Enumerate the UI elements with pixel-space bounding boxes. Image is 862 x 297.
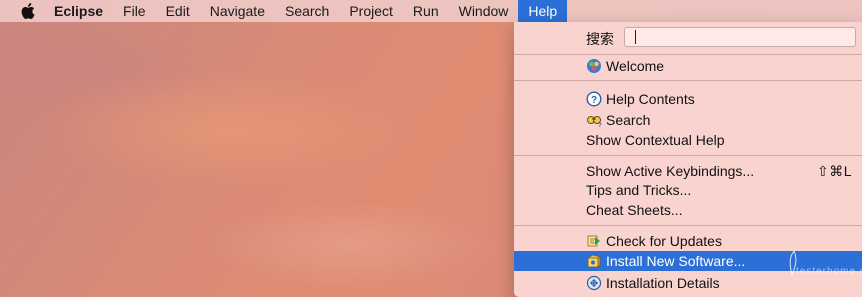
menu-help[interactable]: Help <box>518 0 568 22</box>
menu-item-label: Check for Updates <box>606 233 722 249</box>
help-dropdown-menu: 搜索 Welcome ? Help Contents ? Search Show… <box>514 22 862 297</box>
keyboard-shortcut: ⇧⌘L <box>816 163 852 179</box>
help-search-input[interactable] <box>624 27 856 47</box>
menu-separator <box>514 80 862 81</box>
menu-item-label: Install New Software... <box>606 253 746 269</box>
update-arrows-icon <box>586 233 602 249</box>
menu-item-label: Search <box>606 112 651 128</box>
wallpaper-cloud <box>40 70 420 190</box>
help-search-row: 搜索 <box>514 24 862 50</box>
watermark-text: testerhome.com <box>796 266 862 277</box>
text-caret <box>635 30 636 44</box>
search-binoculars-icon: ? <box>586 112 602 128</box>
menu-run[interactable]: Run <box>403 0 449 22</box>
svg-text:?: ? <box>591 95 597 106</box>
menu-search[interactable]: Search <box>275 0 339 22</box>
menu-item-show-active-keybindings[interactable]: Show Active Keybindings... ⇧⌘L <box>514 161 862 181</box>
menu-file[interactable]: File <box>113 0 156 22</box>
menu-separator <box>514 225 862 226</box>
menu-item-label: Welcome <box>606 58 665 74</box>
menu-item-tips-and-tricks[interactable]: Tips and Tricks... <box>514 180 862 200</box>
menu-item-search[interactable]: ? Search <box>514 110 862 130</box>
menu-item-label: Show Contextual Help <box>586 132 725 148</box>
help-question-icon: ? <box>586 91 602 107</box>
menu-app-name[interactable]: Eclipse <box>48 0 113 22</box>
menu-separator <box>514 155 862 156</box>
menu-edit[interactable]: Edit <box>156 0 200 22</box>
menu-item-label: Tips and Tricks... <box>586 182 692 198</box>
wallpaper-cloud <box>200 200 500 290</box>
welcome-icon <box>586 58 602 74</box>
menu-item-label: Cheat Sheets... <box>586 202 683 218</box>
svg-text:?: ? <box>598 123 602 128</box>
install-software-icon <box>586 253 602 269</box>
menu-item-show-contextual-help[interactable]: Show Contextual Help <box>514 130 862 150</box>
installation-details-icon <box>586 275 602 291</box>
menu-item-help-contents[interactable]: ? Help Contents <box>514 89 862 109</box>
menu-item-check-for-updates[interactable]: Check for Updates <box>514 231 862 251</box>
menu-navigate[interactable]: Navigate <box>200 0 275 22</box>
menu-item-cheat-sheets[interactable]: Cheat Sheets... <box>514 200 862 220</box>
apple-logo-icon[interactable] <box>20 0 36 22</box>
menu-item-label: Help Contents <box>606 91 695 107</box>
menu-item-label: Installation Details <box>606 275 720 291</box>
menu-bar: Eclipse File Edit Navigate Search Projec… <box>0 0 862 22</box>
menu-window[interactable]: Window <box>449 0 519 22</box>
menu-separator <box>514 54 862 55</box>
menu-project[interactable]: Project <box>339 0 403 22</box>
menu-item-label: Show Active Keybindings... <box>586 163 755 179</box>
help-search-label: 搜索 <box>586 31 614 47</box>
menu-item-welcome[interactable]: Welcome <box>514 56 862 76</box>
